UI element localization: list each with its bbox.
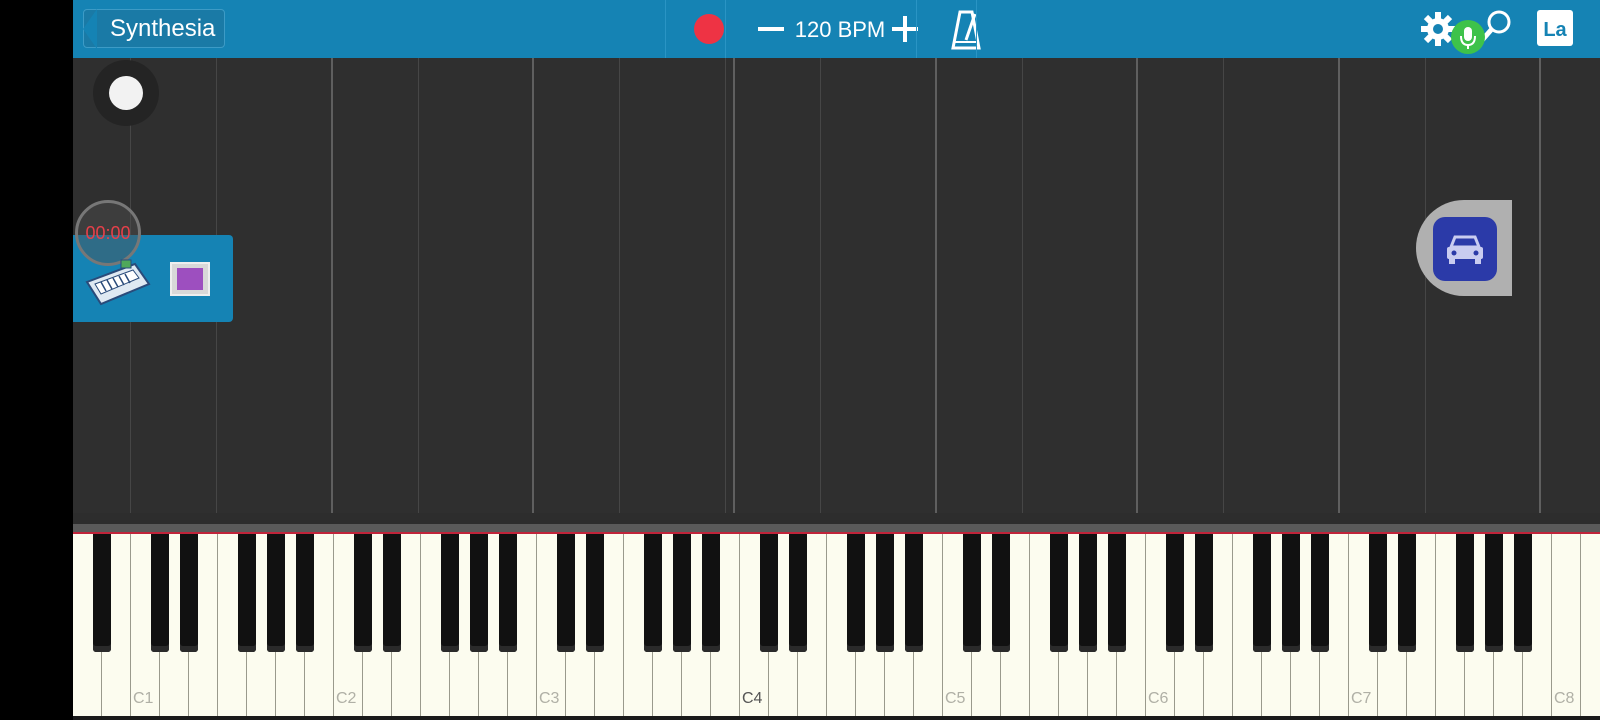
black-key[interactable] bbox=[1311, 534, 1329, 652]
black-key[interactable] bbox=[1514, 534, 1532, 652]
black-key[interactable] bbox=[586, 534, 604, 652]
floating-toggle-button[interactable] bbox=[93, 60, 159, 126]
top-toolbar: Synthesia 120 BPM La bbox=[73, 0, 1600, 58]
grid-line bbox=[532, 58, 534, 513]
grid-line bbox=[820, 58, 821, 513]
black-key[interactable] bbox=[151, 534, 169, 652]
black-key[interactable] bbox=[470, 534, 488, 652]
black-key[interactable] bbox=[1108, 534, 1126, 652]
language-button[interactable]: La bbox=[1537, 10, 1573, 46]
black-key[interactable] bbox=[702, 534, 720, 652]
grid-line bbox=[1425, 58, 1426, 513]
grid-line bbox=[418, 58, 419, 513]
grid-line bbox=[1338, 58, 1340, 513]
black-key[interactable] bbox=[1166, 534, 1184, 652]
black-key[interactable] bbox=[1398, 534, 1416, 652]
black-key[interactable] bbox=[383, 534, 401, 652]
black-key[interactable] bbox=[1195, 534, 1213, 652]
white-key[interactable]: C8 bbox=[1552, 534, 1581, 716]
metronome-button[interactable] bbox=[949, 10, 983, 50]
black-key[interactable] bbox=[992, 534, 1010, 652]
black-key[interactable] bbox=[876, 534, 894, 652]
black-key[interactable] bbox=[499, 534, 517, 652]
back-chevron-icon bbox=[83, 9, 97, 49]
timer-badge[interactable]: 00:00 bbox=[75, 200, 141, 266]
toolbar-separator bbox=[725, 0, 726, 58]
black-key[interactable] bbox=[354, 534, 372, 652]
black-key[interactable] bbox=[760, 534, 778, 652]
keyboard-icon bbox=[85, 259, 151, 306]
black-key[interactable] bbox=[441, 534, 459, 652]
grid-line bbox=[1022, 58, 1023, 513]
grid-line bbox=[1223, 58, 1224, 513]
microphone-button[interactable] bbox=[1451, 20, 1485, 54]
synthesia-app: Synthesia 120 BPM La 00:00 C1 C2 C3 C4 C… bbox=[73, 0, 1600, 720]
metronome-icon bbox=[951, 10, 981, 50]
black-key[interactable] bbox=[238, 534, 256, 652]
car-mode-button[interactable] bbox=[1416, 200, 1512, 296]
grid-line bbox=[331, 58, 333, 513]
grid-line bbox=[935, 58, 937, 513]
black-key[interactable] bbox=[557, 534, 575, 652]
record-button[interactable] bbox=[694, 14, 724, 44]
back-button[interactable]: Synthesia bbox=[83, 9, 225, 49]
screen-button[interactable] bbox=[170, 262, 210, 296]
black-key[interactable] bbox=[905, 534, 923, 652]
black-key[interactable] bbox=[1079, 534, 1097, 652]
black-key[interactable] bbox=[963, 534, 981, 652]
octave-label: C7 bbox=[1351, 690, 1372, 707]
grid-line bbox=[725, 58, 726, 513]
black-key[interactable] bbox=[296, 534, 314, 652]
car-icon-pad bbox=[1433, 217, 1497, 281]
bpm-decrease-button[interactable] bbox=[756, 14, 786, 44]
octave-label: C8 bbox=[1554, 690, 1575, 707]
bpm-display: 120 BPM bbox=[794, 17, 886, 42]
black-key[interactable] bbox=[644, 534, 662, 652]
toolbar-separator bbox=[665, 0, 666, 58]
black-key[interactable] bbox=[789, 534, 807, 652]
note-roll-stage bbox=[73, 58, 1600, 513]
black-key[interactable] bbox=[267, 534, 285, 652]
black-key[interactable] bbox=[1485, 534, 1503, 652]
toggle-knob bbox=[109, 76, 143, 110]
black-key[interactable] bbox=[1456, 534, 1474, 652]
white-key[interactable] bbox=[1581, 534, 1600, 716]
toolbar-separator bbox=[976, 0, 977, 58]
car-icon bbox=[1447, 235, 1483, 264]
piano-keyboard: C1 C2 C3 C4 C5 C6 C7 C8 bbox=[73, 534, 1600, 720]
octave-label: C1 bbox=[133, 690, 154, 707]
octave-label: C3 bbox=[539, 690, 560, 707]
octave-label: C4 bbox=[742, 690, 763, 707]
toolbar-separator bbox=[916, 0, 917, 58]
screen-icon bbox=[177, 268, 203, 290]
octave-label: C6 bbox=[1148, 690, 1169, 707]
grid-line bbox=[733, 58, 735, 513]
black-key[interactable] bbox=[1369, 534, 1387, 652]
octave-label: C5 bbox=[945, 690, 966, 707]
grid-line bbox=[1136, 58, 1138, 513]
black-key[interactable] bbox=[847, 534, 865, 652]
black-key[interactable] bbox=[673, 534, 691, 652]
black-key[interactable] bbox=[93, 534, 111, 652]
microphone-icon bbox=[1460, 27, 1476, 49]
keyboard-divider bbox=[73, 524, 1600, 532]
octave-label: C2 bbox=[336, 690, 357, 707]
instrument-button[interactable] bbox=[85, 258, 151, 308]
back-button-label: Synthesia bbox=[110, 15, 216, 42]
timer-text: 00:00 bbox=[85, 223, 131, 243]
grid-line bbox=[619, 58, 620, 513]
grid-line bbox=[1539, 58, 1541, 513]
black-key[interactable] bbox=[1253, 534, 1271, 652]
black-key[interactable] bbox=[180, 534, 198, 652]
black-key[interactable] bbox=[1282, 534, 1300, 652]
black-key[interactable] bbox=[1050, 534, 1068, 652]
